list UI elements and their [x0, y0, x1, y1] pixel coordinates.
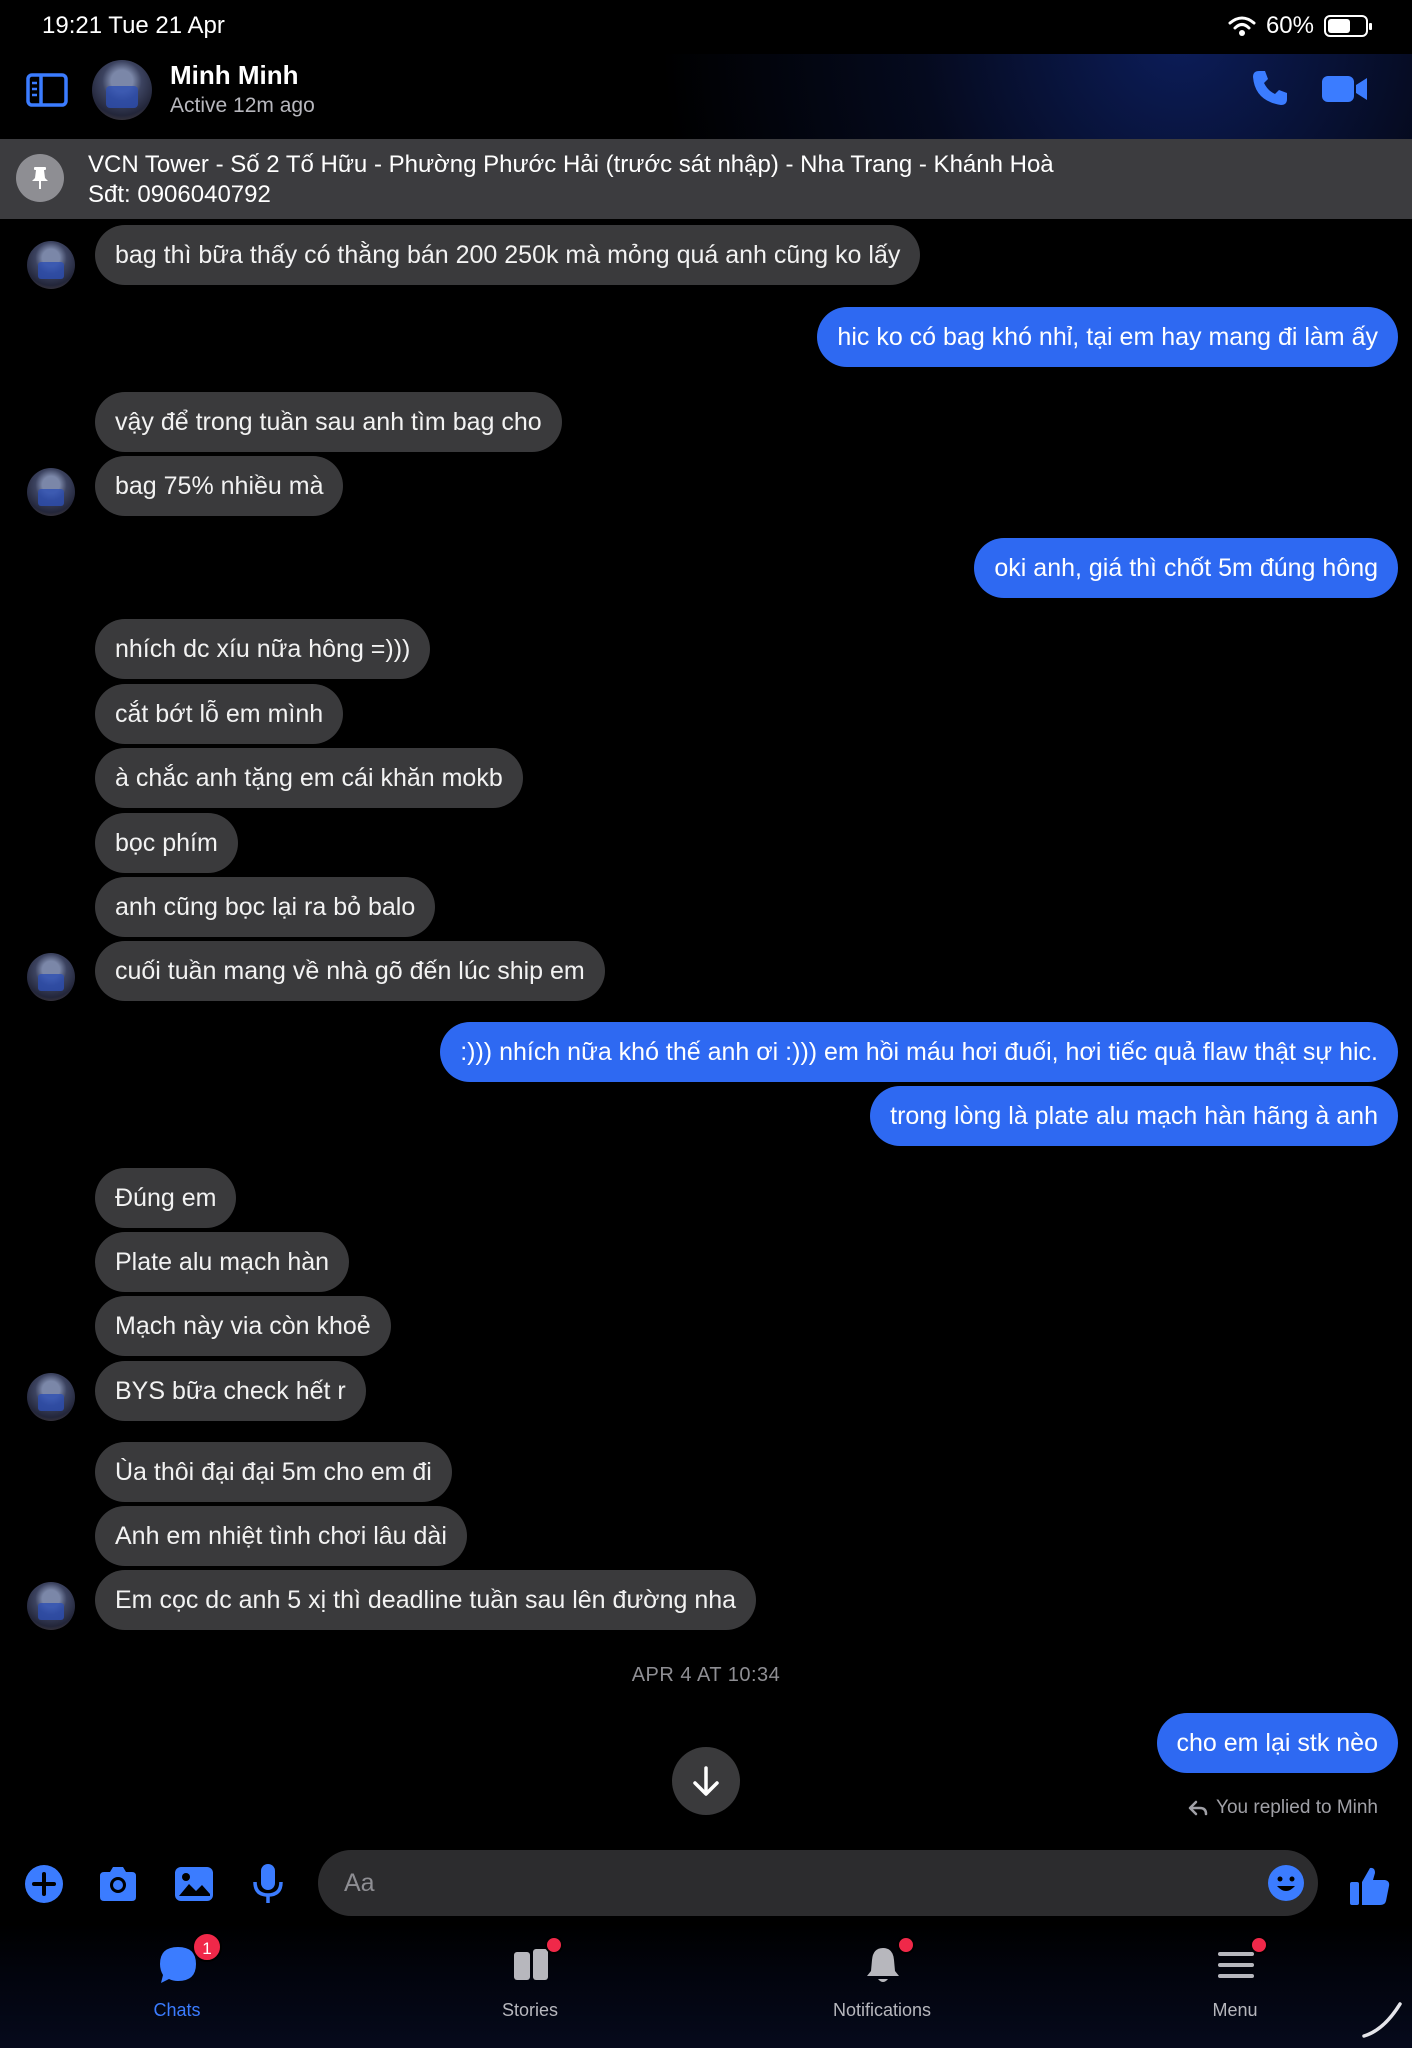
- bell-icon: [867, 1948, 899, 1982]
- tab-label: Menu: [1212, 2000, 1258, 2020]
- message-bubble-incoming[interactable]: anh cũng bọc lại ra bỏ balo: [95, 877, 436, 937]
- message-bubble-incoming[interactable]: bag thì bữa thấy có thằng bán 200 250k m…: [95, 225, 921, 285]
- message-list[interactable]: bag thì bữa thấy có thằng bán 200 250k m…: [0, 219, 1412, 1844]
- message-bubble-incoming[interactable]: cắt bớt lỗ em mình: [95, 684, 344, 744]
- tab-label: Stories: [501, 2000, 559, 2020]
- sender-avatar[interactable]: [27, 1582, 75, 1630]
- message-input[interactable]: [344, 1850, 1224, 1916]
- message-bubble-outgoing[interactable]: cho em lại stk nèo: [1156, 1713, 1398, 1773]
- battery-icon: [1324, 15, 1372, 37]
- message-bubble-outgoing[interactable]: hic ko có bag khó nhỉ, tại em hay mang đ…: [817, 307, 1398, 367]
- message-bubble-incoming[interactable]: bọc phím: [95, 813, 238, 873]
- message-bubble-outgoing[interactable]: trong lòng là plate alu mạch hàn hãng à …: [870, 1086, 1398, 1146]
- reply-arrow-icon: [1188, 1800, 1208, 1816]
- timestamp-divider: APR 4 AT 10:34: [631, 1664, 781, 1686]
- hamburger-menu-icon: [1218, 1952, 1254, 1978]
- sender-avatar[interactable]: [27, 953, 75, 1001]
- wifi-icon: [1228, 16, 1256, 36]
- message-bubble-incoming[interactable]: cuối tuần mang về nhà gõ đến lúc ship em: [95, 941, 605, 1001]
- gallery-image-icon[interactable]: [172, 1862, 216, 1906]
- pinned-phone: Sđt: 0906040792: [88, 181, 271, 208]
- sender-avatar[interactable]: [27, 468, 75, 516]
- tab-label: Notifications: [832, 2000, 932, 2020]
- message-composer: [0, 1844, 1412, 1924]
- tab-label: Chats: [153, 2000, 201, 2020]
- tab-notifications[interactable]: Notifications: [797, 1936, 967, 2038]
- arrow-down-icon: [693, 1766, 719, 1796]
- sender-avatar[interactable]: [27, 1373, 75, 1421]
- message-bubble-incoming[interactable]: vậy để trong tuần sau anh tìm bag cho: [95, 392, 562, 452]
- reply-note-text: You replied to Minh: [1216, 1797, 1378, 1818]
- message-bubble-incoming[interactable]: Anh em nhiệt tình chơi lâu dài: [95, 1506, 467, 1566]
- tab-stories[interactable]: Stories: [445, 1936, 615, 2038]
- message-bubble-incoming[interactable]: Em cọc dc anh 5 xị thì deadline tuần sau…: [95, 1570, 757, 1630]
- message-bubble-incoming[interactable]: nhích dc xíu nữa hông =))): [95, 619, 431, 679]
- status-indicators: 60%: [1228, 12, 1372, 40]
- menu-badge-dot: [1250, 1936, 1268, 1954]
- message-bubble-incoming[interactable]: Ùa thôi đại đại 5m cho em đi: [95, 1442, 452, 1502]
- message-bubble-incoming[interactable]: BYS bữa check hết r: [95, 1361, 366, 1421]
- add-plus-icon[interactable]: [22, 1862, 66, 1906]
- sidebar-toggle-icon[interactable]: [26, 72, 68, 108]
- contact-name[interactable]: Minh Minh: [170, 60, 299, 91]
- message-bubble-outgoing[interactable]: :))) nhích nữa khó thế anh ơi :))) em hồ…: [440, 1022, 1398, 1082]
- pinned-message-banner[interactable]: VCN Tower - Số 2 Tố Hữu - Phường Phước H…: [0, 139, 1412, 219]
- bottom-tab-bar: 1 Chats Stories Notifications Menu: [0, 1924, 1412, 2048]
- stories-badge-dot: [545, 1936, 563, 1954]
- stories-icon: [514, 1949, 548, 1980]
- status-time: 19:21 Tue 21 Apr: [42, 12, 225, 39]
- scroll-to-bottom-button[interactable]: [672, 1747, 740, 1815]
- camera-icon[interactable]: [96, 1862, 140, 1906]
- corner-gesture-indicator: [1362, 2002, 1402, 2038]
- message-bubble-incoming[interactable]: Plate alu mạch hàn: [95, 1232, 350, 1292]
- status-bar: 19:21 Tue 21 Apr 60%: [0, 0, 1412, 54]
- message-bubble-incoming[interactable]: à chắc anh tặng em cái khăn mokb: [95, 748, 523, 808]
- conversation-header: Minh Minh Active 12m ago: [0, 54, 1412, 139]
- battery-level: [1328, 19, 1350, 33]
- contact-avatar[interactable]: [92, 60, 152, 120]
- message-bubble-incoming[interactable]: Mạch này via còn khoẻ: [95, 1296, 391, 1356]
- reply-indicator: You replied to Minh: [1188, 1797, 1378, 1819]
- notifications-badge-dot: [897, 1936, 915, 1954]
- phone-call-icon[interactable]: [1250, 68, 1290, 108]
- pin-icon: [16, 154, 64, 202]
- sender-avatar[interactable]: [27, 241, 75, 289]
- pinned-address: VCN Tower - Số 2 Tố Hữu - Phường Phước H…: [88, 151, 1054, 178]
- microphone-icon[interactable]: [246, 1862, 290, 1906]
- video-call-icon[interactable]: [1320, 68, 1370, 108]
- message-bubble-incoming[interactable]: Đúng em: [95, 1168, 237, 1228]
- tab-menu[interactable]: Menu: [1150, 1936, 1320, 2038]
- tab-chats[interactable]: 1 Chats: [92, 1932, 262, 2038]
- emoji-icon[interactable]: [1266, 1863, 1306, 1903]
- message-bubble-outgoing[interactable]: oki anh, giá thì chốt 5m đúng hông: [974, 538, 1398, 598]
- chats-unread-badge: 1: [192, 1932, 222, 1962]
- thumbs-up-icon[interactable]: [1348, 1864, 1392, 1908]
- message-input-container[interactable]: [318, 1850, 1318, 1916]
- contact-active-status: Active 12m ago: [170, 94, 315, 117]
- battery-percent: 60%: [1265, 12, 1314, 39]
- message-bubble-incoming[interactable]: bag 75% nhiều mà: [95, 456, 344, 516]
